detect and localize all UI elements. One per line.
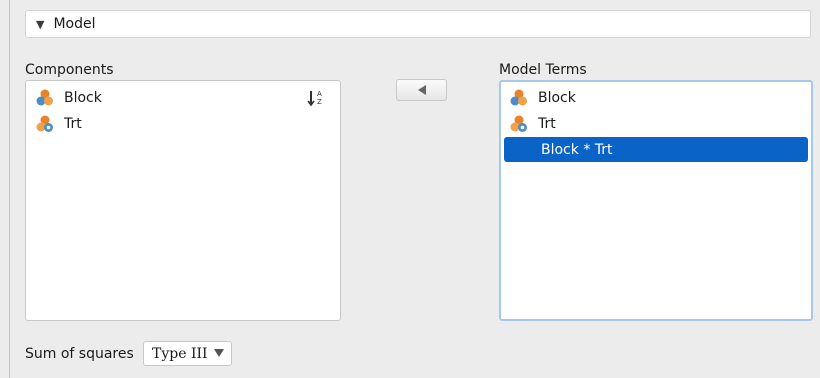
- nominal-variable-icon: [510, 89, 527, 105]
- arrow-left-icon: [417, 85, 426, 95]
- model-terms-item-trt[interactable]: Trt: [510, 111, 556, 136]
- components-item-block[interactable]: Block: [36, 85, 102, 110]
- model-terms-item-block[interactable]: Block: [510, 85, 576, 110]
- model-terms-item-label: Trt: [538, 115, 556, 132]
- nominal-text-variable-icon: [36, 115, 53, 132]
- sum-of-squares-label: Sum of squares: [25, 346, 134, 362]
- nominal-text-variable-icon: [510, 115, 527, 132]
- model-terms-item-label: Block * Trt: [541, 141, 613, 158]
- svg-text:A: A: [317, 90, 322, 98]
- section-title: Model: [53, 16, 96, 32]
- move-left-button[interactable]: [396, 79, 447, 101]
- nominal-variable-icon: [36, 89, 53, 105]
- model-terms-item-label: Block: [538, 89, 576, 106]
- chevron-down-icon: [214, 349, 224, 357]
- components-list[interactable]: Block Trt: [25, 80, 341, 321]
- sort-alphabetical-icon[interactable]: A Z: [307, 88, 325, 108]
- components-item-label: Block: [64, 89, 102, 106]
- sum-of-squares-select[interactable]: Type III: [143, 341, 232, 366]
- model-terms-list[interactable]: Block Trt Block * Trt: [499, 80, 813, 321]
- sum-of-squares-value: Type III: [152, 345, 208, 362]
- components-label: Components: [25, 62, 114, 78]
- components-item-label: Trt: [64, 115, 82, 132]
- model-terms-item-interaction[interactable]: Block * Trt: [504, 137, 808, 162]
- triangle-down-icon: ▼: [36, 17, 45, 31]
- panel-left-rule: [9, 0, 10, 378]
- svg-text:Z: Z: [317, 98, 322, 106]
- components-item-trt[interactable]: Trt: [36, 111, 82, 136]
- model-terms-label: Model Terms: [499, 62, 587, 78]
- model-section-header[interactable]: ▼ Model: [25, 10, 811, 38]
